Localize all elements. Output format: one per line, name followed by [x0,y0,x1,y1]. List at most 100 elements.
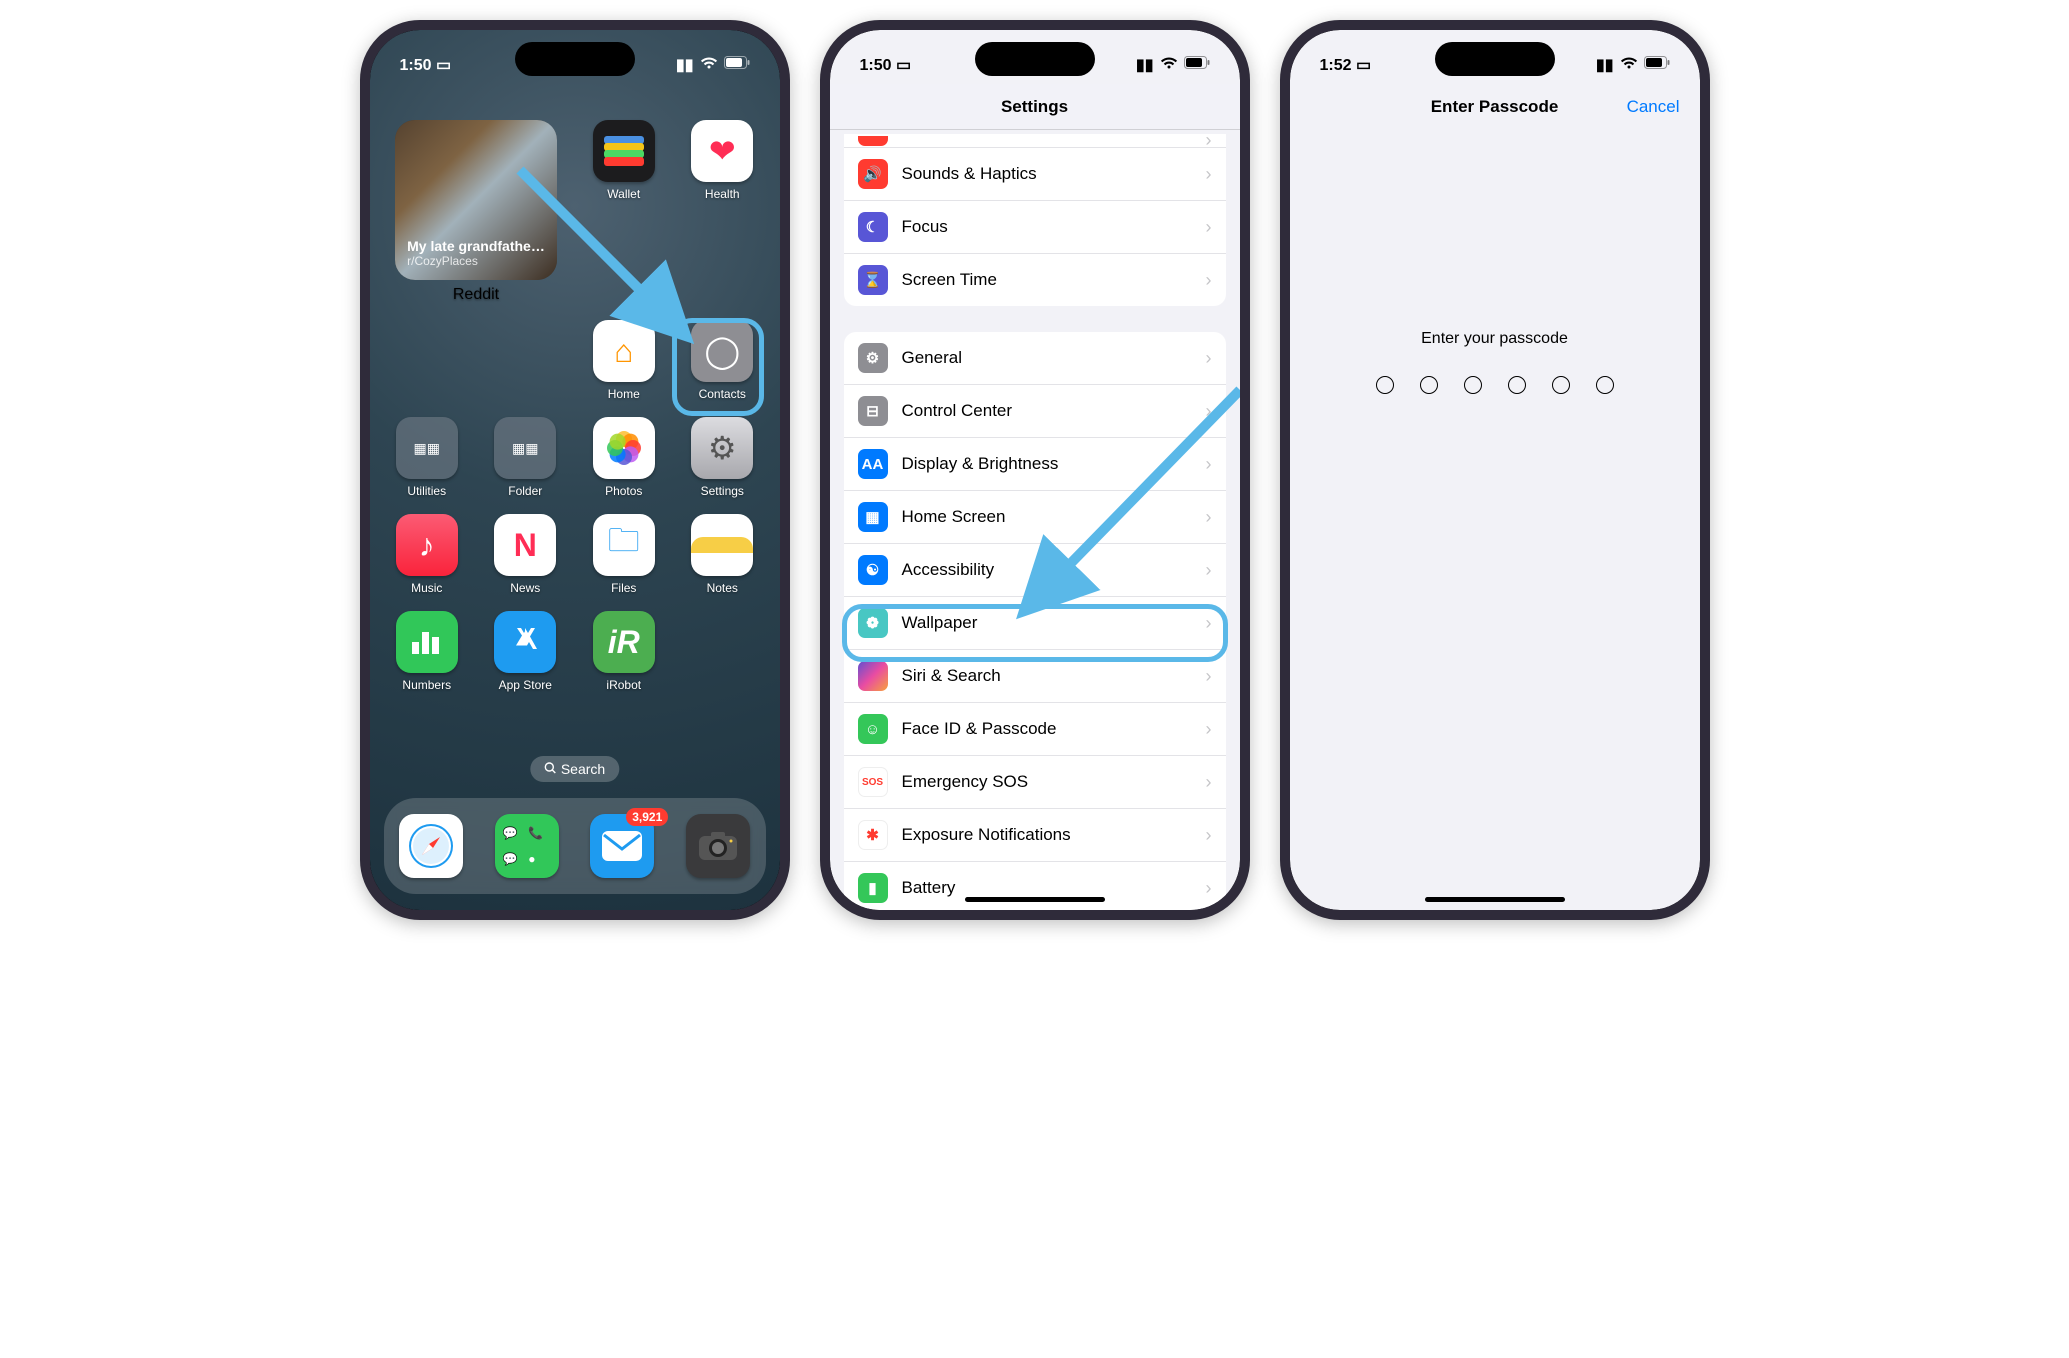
widget-title: My late grandfathe… [407,238,545,254]
app-label: Photos [605,484,642,498]
row-label: Wallpaper [902,613,978,633]
app-utilities-folder[interactable]: ▦▦ Utilities [388,417,467,498]
home-indicator[interactable] [1425,897,1565,902]
passcode-dot [1508,376,1526,394]
row-icon: ⊟ [858,396,888,426]
app-contacts[interactable]: ◯ Contacts [683,320,762,401]
app-label: Settings [701,484,744,498]
app-news[interactable]: N News [486,514,565,595]
app-label: Health [705,187,740,201]
settings-row-siri-search[interactable]: Siri & Search› [844,650,1226,703]
battery-icon [724,56,750,74]
camera-icon [686,814,750,878]
row-icon: ✱ [858,820,888,850]
irobot-icon: iR [593,611,655,673]
row-label: Sounds & Haptics [902,164,1037,184]
app-folder[interactable]: ▦▦ Folder [486,417,565,498]
row-icon: ▦ [858,502,888,532]
settings-row-partial[interactable]: › [844,134,1226,148]
widget-reddit[interactable]: My late grandfathe… r/CozyPlaces Reddit [388,120,565,304]
chevron-right-icon: › [1206,507,1212,528]
settings-row-face-id-passcode[interactable]: ☺Face ID & Passcode› [844,703,1226,756]
wifi-icon [1160,56,1178,75]
settings-section-1: › 🔊Sounds & Haptics›☾Focus›⌛Screen Time› [844,134,1226,306]
settings-row-control-center[interactable]: ⊟Control Center› [844,385,1226,438]
files-icon: 🗀 [593,514,655,576]
messages-icon: 💬📞💬● [495,814,559,878]
settings-row-exposure-notifications[interactable]: ✱Exposure Notifications› [844,809,1226,862]
passcode-dots [1376,376,1614,394]
widget-subtitle: r/CozyPlaces [407,254,545,268]
chevron-right-icon: › [1206,666,1212,687]
app-label: Contacts [699,387,746,401]
cancel-button[interactable]: Cancel [1627,97,1680,117]
settings-row-focus[interactable]: ☾Focus› [844,201,1226,254]
settings-row-accessibility[interactable]: ☯ Accessibility › [844,544,1226,597]
app-photos[interactable]: Photos [585,417,664,498]
app-files[interactable]: 🗀 Files [585,514,664,595]
app-appstore[interactable]: App Store [486,611,565,692]
app-irobot[interactable]: iR iRobot [585,611,664,692]
dock-camera[interactable] [686,814,750,878]
chevron-right-icon: › [1206,772,1212,793]
appstore-icon [494,611,556,673]
nav-title: Settings [830,84,1240,130]
passcode-dot [1596,376,1614,394]
row-icon [858,661,888,691]
settings-row-display-brightness[interactable]: AADisplay & Brightness› [844,438,1226,491]
app-notes[interactable]: Notes [683,514,762,595]
status-time: 1:52 ▭ [1320,55,1372,75]
settings-row-battery[interactable]: ▮Battery› [844,862,1226,910]
app-home[interactable]: ⌂ Home [585,320,664,401]
contacts-icon: ◯ [691,320,753,382]
chevron-right-icon: › [1206,401,1212,422]
dock-messages[interactable]: 💬📞💬● [495,814,559,878]
chevron-right-icon: › [1206,454,1212,475]
app-health[interactable]: ❤ Health [683,120,762,304]
app-music[interactable]: ♪ Music [388,514,467,595]
dock-safari[interactable] [399,814,463,878]
home-grid: My late grandfathe… r/CozyPlaces Reddit … [388,120,762,692]
home-icon: ⌂ [593,320,655,382]
settings-row-general[interactable]: ⚙General› [844,332,1226,385]
home-indicator[interactable] [965,897,1105,902]
nav-bar: Enter Passcode Cancel [1290,84,1700,130]
wallet-icon [593,120,655,182]
status-time: 1:50 ▭ [400,55,452,75]
spotlight-search[interactable]: Search [530,756,619,782]
app-label: Notes [707,581,738,595]
settings-row-home-screen[interactable]: ▦Home Screen› [844,491,1226,544]
passcode-dot [1552,376,1570,394]
settings-row-wallpaper[interactable]: ❁Wallpaper› [844,597,1226,650]
app-label: Numbers [402,678,451,692]
dynamic-island [1435,42,1555,76]
safari-icon [399,814,463,878]
numbers-icon [396,611,458,673]
row-icon: ☺ [858,714,888,744]
widget-label: Reddit [453,286,499,304]
settings-row-emergency-sos[interactable]: SOSEmergency SOS› [844,756,1226,809]
row-label: Focus [902,217,948,237]
row-label: Battery [902,878,956,898]
app-label: Files [611,581,636,595]
dynamic-island [515,42,635,76]
app-wallet[interactable]: Wallet [585,120,664,304]
cell-signal-icon: ▮▮ [676,55,694,75]
notes-icon [691,514,753,576]
chevron-right-icon: › [1206,719,1212,740]
dock-mail[interactable]: 3,921 [590,814,654,878]
row-icon: ☯ [858,555,888,585]
chevron-right-icon: › [1206,560,1212,581]
app-label: News [510,581,540,595]
row-label: Accessibility [902,560,995,580]
app-numbers[interactable]: Numbers [388,611,467,692]
screen-mirror-icon: ▭ [1356,57,1371,74]
chevron-right-icon: › [1206,164,1212,185]
settings-row-screen-time[interactable]: ⌛Screen Time› [844,254,1226,306]
passcode-dot [1376,376,1394,394]
row-icon: ❁ [858,608,888,638]
settings-row-sounds-haptics[interactable]: 🔊Sounds & Haptics› [844,148,1226,201]
nav-title: Enter Passcode [1431,97,1559,117]
app-settings[interactable]: ⚙ Settings [683,417,762,498]
app-label: Home [608,387,640,401]
